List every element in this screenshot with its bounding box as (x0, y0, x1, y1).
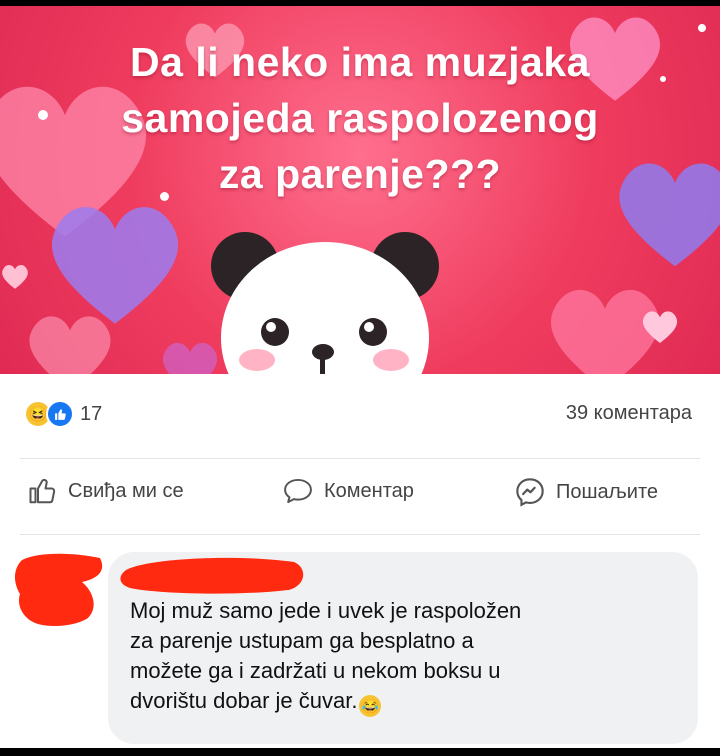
sparkle-decoration (698, 24, 706, 32)
comment-line: možete ga i zadržati u nekom boksu u (130, 658, 501, 683)
send-label: Пошаљите (556, 480, 659, 503)
comment: Moj muž samo jede i uvek je raspoložen z… (0, 540, 720, 748)
avatar-redacted[interactable] (12, 548, 108, 628)
comments-count[interactable]: 39 коментара (566, 402, 692, 425)
author-name-redacted[interactable] (118, 550, 304, 594)
reaction-count: 17 (80, 402, 103, 425)
laughing-emoji-icon: 😂 (359, 695, 382, 717)
divider (20, 458, 700, 459)
post-stats-bar: 😆 17 39 коментара (0, 384, 720, 444)
like-icon (46, 400, 74, 428)
banner-text: Da li neko ima muzjaka samojeda raspoloz… (40, 34, 680, 202)
like-button[interactable]: Свиђа ми се (28, 476, 184, 506)
banner-text-line: za parenje??? (218, 151, 502, 197)
messenger-icon (516, 478, 544, 507)
divider (20, 534, 700, 535)
reactions-summary[interactable]: 😆 17 (26, 400, 102, 428)
heart-decoration (2, 265, 28, 289)
comment-line-text: dvorištu dobar je čuvar. (130, 688, 358, 713)
send-button[interactable]: Пошаљите (514, 476, 658, 508)
banner-text-line: Da li neko ima muzjaka (130, 39, 590, 85)
facebook-post: Da li neko ima muzjaka samojeda raspoloz… (0, 6, 720, 748)
banner-text-line: samojeda raspolozenog (121, 95, 599, 141)
comment-bubble[interactable]: Moj muž samo jede i uvek je raspoložen z… (108, 552, 698, 744)
post-banner-image[interactable]: Da li neko ima muzjaka samojeda raspoloz… (0, 6, 720, 374)
comment-label: Коментар (324, 479, 414, 502)
post-actions-bar: Свиђа ми се Коментар Пошаљите (0, 468, 720, 524)
comment-button[interactable]: Коментар (282, 476, 414, 506)
comment-icon (284, 478, 312, 504)
like-label: Свиђа ми се (68, 479, 184, 502)
comment-text: Moj muž samo jede i uvek je raspoložen z… (130, 596, 670, 717)
heart-decoration (29, 316, 111, 374)
comment-line: za parenje ustupam ga besplatno a (130, 628, 474, 653)
heart-decoration (642, 311, 678, 343)
comment-line: dvorištu dobar je čuvar. 😂 (130, 686, 670, 717)
panda-sticker (211, 232, 439, 374)
thumbs-up-icon (29, 478, 56, 504)
comment-line: Moj muž samo jede i uvek je raspoložen (130, 598, 522, 623)
